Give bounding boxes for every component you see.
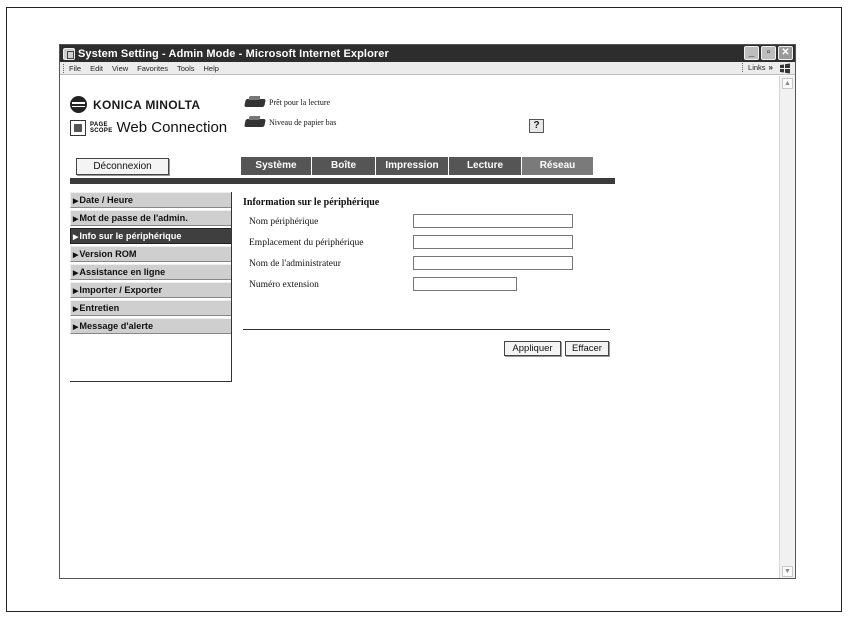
scroll-down-arrow-icon[interactable]: ▼ <box>782 566 793 577</box>
sidebar-item-version-rom[interactable]: ▶Version ROM <box>70 246 232 262</box>
sidebar-item-message-alerte[interactable]: ▶Message d'alerte <box>70 318 232 334</box>
title-bar[interactable]: System Setting - Admin Mode - Microsoft … <box>60 45 795 62</box>
triangle-right-icon: ▶ <box>73 270 79 277</box>
minimize-button[interactable]: _ <box>744 46 759 60</box>
device-location-input[interactable] <box>413 235 573 249</box>
sidebar-item-entretien[interactable]: ▶Entretien <box>70 300 232 316</box>
sidebar-item-label: Mot de passe de l'admin. <box>79 213 188 223</box>
field-label-extension-number: Numéro extension <box>249 280 319 290</box>
status-paper-text: Niveau de papier bas <box>269 117 337 127</box>
sidebar-item-label: Message d'alerte <box>79 321 154 331</box>
sidebar-item-label: Entretien <box>79 303 120 313</box>
help-button[interactable]: ? <box>529 119 544 133</box>
status-ready: Prêt pour la lecture <box>244 95 330 109</box>
tab-lecture[interactable]: Lecture <box>449 157 522 175</box>
printer-ready-icon <box>244 95 266 109</box>
sidebar-item-mot-de-passe[interactable]: ▶Mot de passe de l'admin. <box>70 210 232 226</box>
triangle-right-icon: ▶ <box>73 306 79 313</box>
sidebar-item-label: Assistance en ligne <box>79 267 166 277</box>
window-controls: _ ▫ ✕ <box>744 46 793 60</box>
sidebar-item-label: Date / Heure <box>79 195 134 205</box>
sidebar-item-label: Importer / Exporter <box>79 285 163 295</box>
sidebar-border-bottom <box>70 381 232 382</box>
windows-logo-icon <box>780 63 790 74</box>
links-toolbar[interactable]: Links » <box>742 63 773 72</box>
window-title: System Setting - Admin Mode - Microsoft … <box>78 47 389 60</box>
sidebar-item-info-peripherique[interactable]: ▶Info sur le périphérique <box>70 228 232 244</box>
sidebar-item-label: Version ROM <box>79 249 137 259</box>
close-button[interactable]: ✕ <box>778 46 793 60</box>
menu-favorites[interactable]: Favorites <box>137 64 168 73</box>
menu-view[interactable]: View <box>112 64 128 73</box>
tab-impression[interactable]: Impression <box>376 157 449 175</box>
field-label-device-name: Nom périphérique <box>249 217 319 227</box>
device-name-input[interactable] <box>413 214 573 228</box>
logout-button[interactable]: Déconnexion <box>76 158 169 175</box>
header-divider-bar <box>70 178 615 184</box>
main-tabs: Système Boîte Impression Lecture Réseau <box>241 157 594 175</box>
status-ready-text: Prêt pour la lecture <box>269 97 331 107</box>
links-grip <box>742 63 745 72</box>
sidebar-item-label: Info sur le périphérique <box>79 231 182 241</box>
field-label-admin-name: Nom de l'administrateur <box>249 259 341 269</box>
links-chevron-icon[interactable]: » <box>769 63 773 72</box>
vertical-scrollbar[interactable]: ▲ ▼ <box>779 76 795 578</box>
konica-minolta-logo: KONICA MINOLTA <box>70 96 200 113</box>
menu-help[interactable]: Help <box>204 64 219 73</box>
menu-file[interactable]: File <box>69 64 81 73</box>
form-title: Information sur le périphérique <box>243 197 380 208</box>
triangle-right-icon: ▶ <box>73 198 79 205</box>
sidebar-menu: ▶Date / Heure ▶Mot de passe de l'admin. … <box>70 192 232 336</box>
menu-bar: File Edit View Favorites Tools Help Link… <box>60 62 795 75</box>
web-connection-title: Web Connection <box>116 119 228 136</box>
brand-name: KONICA MINOLTA <box>93 97 201 112</box>
tab-systeme[interactable]: Système <box>241 157 312 175</box>
triangle-right-icon: ▶ <box>73 288 79 295</box>
pagescope-word-scope: SCOPE <box>90 127 113 134</box>
admin-name-input[interactable] <box>413 256 573 270</box>
sidebar-border-right <box>231 192 232 382</box>
triangle-right-icon: ▶ <box>73 252 79 259</box>
browser-window: System Setting - Admin Mode - Microsoft … <box>59 44 796 579</box>
konica-globe-icon <box>70 96 87 113</box>
clear-button[interactable]: Effacer <box>565 341 609 356</box>
menu-edit[interactable]: Edit <box>90 64 103 73</box>
triangle-right-icon: ▶ <box>73 234 79 241</box>
apply-button[interactable]: Appliquer <box>504 341 561 356</box>
tab-reseau[interactable]: Réseau <box>522 157 594 175</box>
maximize-button[interactable]: ▫ <box>761 46 776 60</box>
triangle-right-icon: ▶ <box>73 324 79 331</box>
field-label-device-location: Emplacement du périphérique <box>249 238 364 248</box>
sidebar-item-assistance[interactable]: ▶Assistance en ligne <box>70 264 232 280</box>
ie-window-icon <box>63 47 75 60</box>
pagescope-wordmark: PAGE SCOPE <box>90 122 113 134</box>
printer-paper-icon <box>244 115 266 129</box>
tab-boite[interactable]: Boîte <box>312 157 376 175</box>
triangle-right-icon: ▶ <box>73 216 79 223</box>
sidebar-item-importer-exporter[interactable]: ▶Importer / Exporter <box>70 282 232 298</box>
sidebar-item-date-heure[interactable]: ▶Date / Heure <box>70 192 232 208</box>
status-paper-low: Niveau de papier bas <box>244 115 336 129</box>
form-divider <box>243 329 610 330</box>
page-content: KONICA MINOLTA PAGE SCOPE Web Connection… <box>60 76 780 578</box>
menu-tools[interactable]: Tools <box>177 64 195 73</box>
links-label[interactable]: Links <box>748 63 766 72</box>
toolbar-grip <box>63 63 66 73</box>
pagescope-icon <box>70 119 86 136</box>
scroll-up-arrow-icon[interactable]: ▲ <box>782 78 793 89</box>
pagescope-logo: PAGE SCOPE Web Connection <box>70 119 227 136</box>
extension-number-input[interactable] <box>413 277 517 291</box>
